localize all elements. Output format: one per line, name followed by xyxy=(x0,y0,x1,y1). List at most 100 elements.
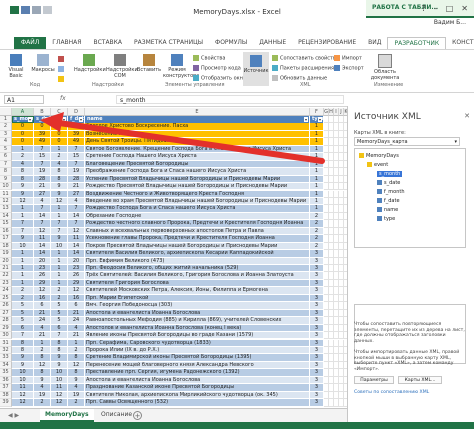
table-cell[interactable]: Святителя Василия Великого, архиепископа… xyxy=(85,250,310,258)
table-cell[interactable]: 6 xyxy=(12,324,34,333)
row-header[interactable]: 22 xyxy=(0,272,12,280)
row-header[interactable]: 13 xyxy=(0,205,12,213)
table-cell[interactable]: 3 xyxy=(310,376,324,385)
table-cell[interactable]: Трёх Святителей: Василия Великого, Григо… xyxy=(85,272,310,280)
table-cell[interactable]: Апостола и евангелиста Иоанна Богослова xyxy=(85,376,310,385)
table-cell[interactable]: 11 xyxy=(51,384,68,392)
table-cell[interactable]: 14 xyxy=(34,250,51,258)
sheet-nav-arrows[interactable]: ◀ ▶ xyxy=(8,412,19,419)
tree-node-s-date[interactable]: s_date xyxy=(377,180,400,186)
table-cell[interactable]: 0 xyxy=(12,130,34,139)
table-cell[interactable]: Усекновение главы Пророка, Предтечи и Кр… xyxy=(85,235,310,243)
table-cell[interactable]: 2 xyxy=(310,242,324,251)
record-macro-icon[interactable] xyxy=(58,56,66,63)
table-cell[interactable]: Прп. Серафима, Саровского чудотворца (18… xyxy=(85,339,310,347)
row-header[interactable]: 4 xyxy=(0,138,12,146)
table-cell[interactable]: 1 xyxy=(12,257,34,265)
table-cell[interactable]: 1 xyxy=(310,145,324,154)
table-header-cell[interactable]: f_month▾ xyxy=(51,116,68,124)
table-cell[interactable]: 4 xyxy=(34,197,51,206)
table-cell[interactable]: 3 xyxy=(310,399,324,407)
table-cell[interactable]: 12 xyxy=(34,227,51,236)
table-cell[interactable]: Апостолов и евангелиста Иоанна Богослова… xyxy=(85,324,310,333)
table-cell[interactable]: 1 xyxy=(51,205,68,213)
expansion-packs-button[interactable]: Пакеты расширения xyxy=(272,65,334,72)
table-cell[interactable]: 7 xyxy=(34,145,51,154)
table-cell[interactable]: 49 xyxy=(34,138,51,146)
table-cell[interactable]: 7 xyxy=(68,220,85,228)
document-panel-button[interactable]: Область документа xyxy=(368,54,402,81)
table-cell[interactable]: 1 xyxy=(34,339,51,347)
table-cell[interactable]: 2 xyxy=(51,287,68,295)
table-cell[interactable]: 1 xyxy=(51,257,68,265)
table-cell[interactable]: Преставление прп. Сергия, игумена Радоне… xyxy=(85,369,310,377)
tree-node-name[interactable]: name xyxy=(377,207,398,213)
row-header[interactable]: 1 xyxy=(0,116,12,124)
import-button[interactable]: Импорт xyxy=(334,55,362,62)
user-name[interactable]: Вадим Б... xyxy=(434,19,466,26)
table-cell[interactable]: 7 xyxy=(68,205,85,213)
row-header[interactable]: 35 xyxy=(0,369,12,377)
row-header[interactable]: 16 xyxy=(0,227,12,236)
minimize-icon[interactable]: – xyxy=(434,4,438,13)
row-header[interactable]: 5 xyxy=(0,145,12,154)
table-cell[interactable]: Равноапостольных Мефодия (885) и Кирилла… xyxy=(85,317,310,325)
table-cell[interactable]: 10 xyxy=(51,369,68,377)
table-cell[interactable]: 1 xyxy=(12,250,34,258)
tab-item[interactable]: КОНСТРУКТОР xyxy=(446,37,474,49)
row-header[interactable]: 10 xyxy=(0,183,12,191)
table-cell[interactable]: 10 xyxy=(12,376,34,385)
row-header[interactable]: 28 xyxy=(0,317,12,325)
table-cell[interactable]: 1 xyxy=(51,250,68,258)
add-sheet-icon[interactable]: + xyxy=(133,411,142,420)
table-cell[interactable]: 21 xyxy=(34,332,51,340)
table-cell[interactable]: 4 xyxy=(34,324,51,333)
map-properties-button[interactable]: Сопоставить свойства xyxy=(272,55,339,62)
table-cell[interactable]: 16 xyxy=(68,294,85,303)
tree-node-type[interactable]: type xyxy=(377,216,395,222)
table-cell[interactable]: 1 xyxy=(310,168,324,176)
table-cell[interactable]: 1 xyxy=(310,130,324,139)
table-cell[interactable]: 6 xyxy=(68,302,85,310)
table-cell[interactable]: 27 xyxy=(34,190,51,198)
pane-close-icon[interactable]: ✕ xyxy=(464,112,470,120)
table-cell[interactable]: Преображение Господа Бога и Спаса нашего… xyxy=(85,168,310,176)
table-cell[interactable]: 3 xyxy=(310,369,324,377)
table-cell[interactable]: 1 xyxy=(12,265,34,273)
row-header[interactable]: 17 xyxy=(0,235,12,243)
table-cell[interactable]: 1 xyxy=(310,138,324,146)
filter-dropdown-icon[interactable]: ▾ xyxy=(318,117,322,122)
table-cell[interactable]: 9 xyxy=(51,183,68,191)
table-cell[interactable]: 3 xyxy=(310,265,324,273)
table-cell[interactable]: 1 xyxy=(51,212,68,221)
table-cell[interactable]: 21 xyxy=(34,309,51,318)
column-header[interactable]: B xyxy=(34,108,51,116)
table-cell[interactable]: Перенесение мощей благоверного князя Але… xyxy=(85,361,310,370)
table-cell[interactable]: 12 xyxy=(68,227,85,236)
table-cell[interactable]: 2 xyxy=(51,153,68,161)
row-header[interactable]: 20 xyxy=(0,257,12,265)
tree-node-root[interactable]: MemoryDays xyxy=(359,153,399,159)
column-header[interactable]: A xyxy=(12,108,34,116)
table-cell[interactable]: 4 xyxy=(12,160,34,169)
row-header[interactable]: 2 xyxy=(0,123,12,131)
table-cell[interactable]: 5 xyxy=(51,317,68,325)
filter-dropdown-icon[interactable]: ▾ xyxy=(62,117,66,122)
table-cell[interactable]: Прп. Евфимия Великого (473) xyxy=(85,257,310,265)
name-box[interactable]: A1 xyxy=(4,95,44,104)
table-cell[interactable]: 8 xyxy=(34,369,51,377)
table-cell[interactable]: 8 xyxy=(12,168,34,176)
tab-item[interactable]: РЕЦЕНЗИРОВАНИЕ xyxy=(292,37,362,49)
table-cell[interactable]: 14 xyxy=(34,242,51,251)
table-cell[interactable]: 19 xyxy=(34,391,51,400)
visual-basic-button[interactable]: Visual Basic xyxy=(4,54,28,79)
table-cell[interactable]: 3 xyxy=(310,346,324,355)
row-header[interactable]: 37 xyxy=(0,384,12,392)
table-cell[interactable]: 9 xyxy=(12,361,34,370)
table-cell[interactable]: 0 xyxy=(68,123,85,131)
table-cell[interactable]: 1 xyxy=(68,339,85,347)
filter-dropdown-icon[interactable]: ▾ xyxy=(304,117,308,122)
table-cell[interactable]: 12 xyxy=(51,197,68,206)
table-cell[interactable]: 12 xyxy=(12,197,34,206)
table-cell[interactable]: 14 xyxy=(68,250,85,258)
